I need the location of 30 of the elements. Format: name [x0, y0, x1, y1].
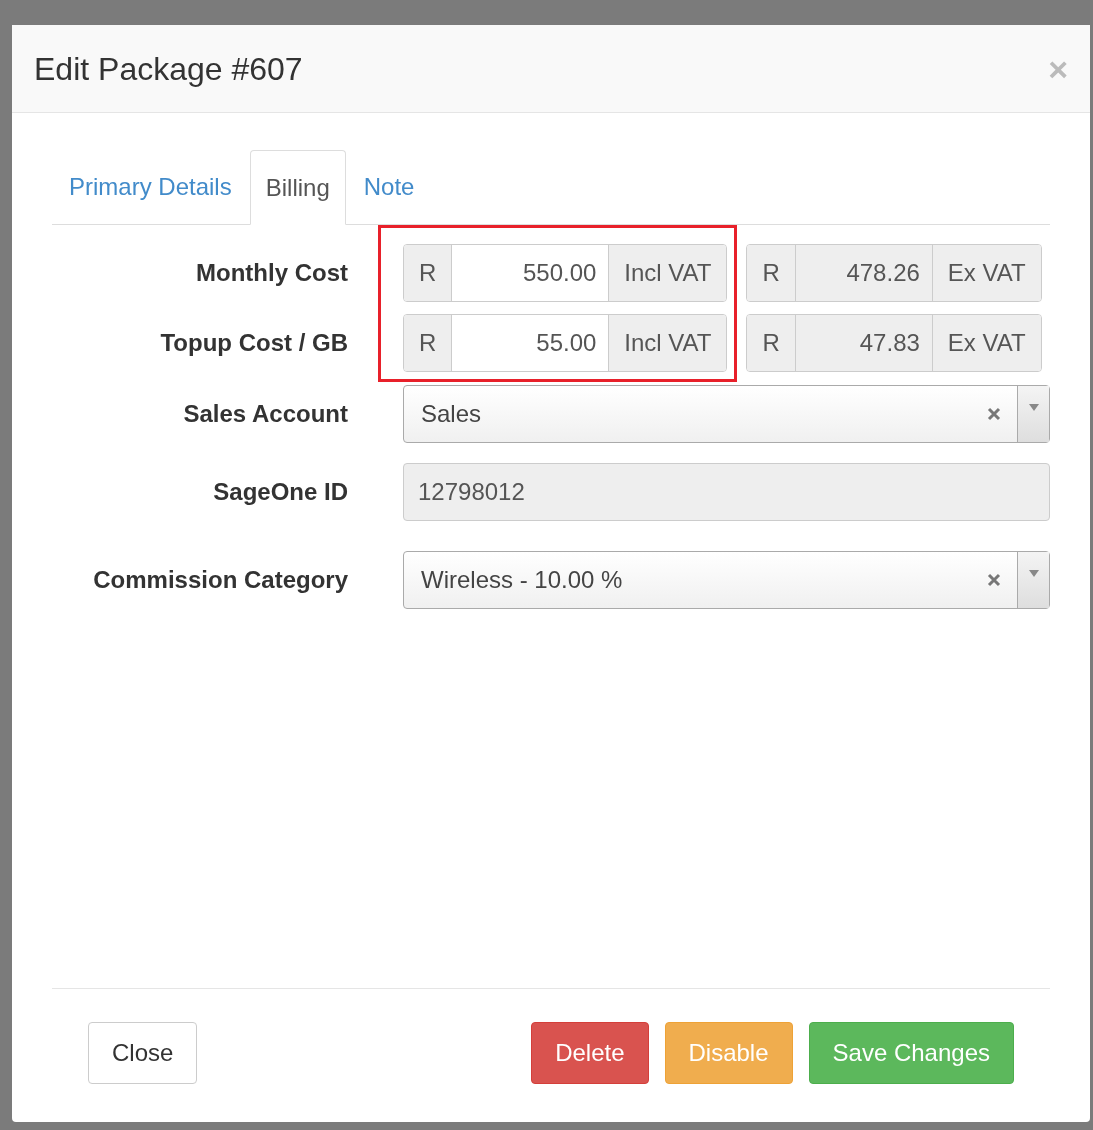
amount-field[interactable]: R 55.00 Incl VAT: [403, 314, 728, 372]
input-addon: R: [747, 315, 795, 371]
clear-icon[interactable]: [987, 407, 1001, 421]
close-button[interactable]: Close: [88, 1021, 198, 1084]
tab[interactable]: Primary Details: [53, 150, 248, 224]
tab[interactable]: Note: [347, 150, 431, 224]
caret-icon: [1028, 404, 1039, 411]
input-addon: Ex VAT: [932, 245, 1041, 301]
input-addon: Incl VAT: [609, 315, 727, 371]
id-field[interactable]: 12798012: [403, 463, 1050, 521]
caret-icon: [1028, 570, 1039, 577]
select-field[interactable]: Wireless - 10.00 %: [403, 551, 1050, 609]
delete-button[interactable]: Delete: [531, 1021, 649, 1084]
clear-icon[interactable]: [987, 573, 1001, 587]
input-addon: R: [404, 315, 452, 371]
modal-title: Edit Package #607: [34, 49, 303, 89]
input-addon: R: [404, 245, 452, 301]
field-label: Commission Category: [92, 565, 348, 595]
tab[interactable]: Billing: [249, 150, 346, 225]
field-label: SageOne ID: [212, 477, 348, 507]
field-label: Topup Cost / GB: [159, 328, 348, 358]
field-label: Sales Account: [182, 399, 348, 429]
amount-field[interactable]: R 478.26 Ex VAT: [746, 244, 1042, 302]
input-addon: R: [747, 245, 795, 301]
input-addon: Ex VAT: [932, 315, 1041, 371]
amount-field[interactable]: R 47.83 Ex VAT: [746, 314, 1042, 372]
select-field[interactable]: Sales: [403, 385, 1050, 443]
field-label: Monthly Cost: [195, 258, 348, 288]
amount-field[interactable]: R 550.00 Incl VAT: [403, 244, 728, 302]
input-addon: Incl VAT: [609, 245, 727, 301]
